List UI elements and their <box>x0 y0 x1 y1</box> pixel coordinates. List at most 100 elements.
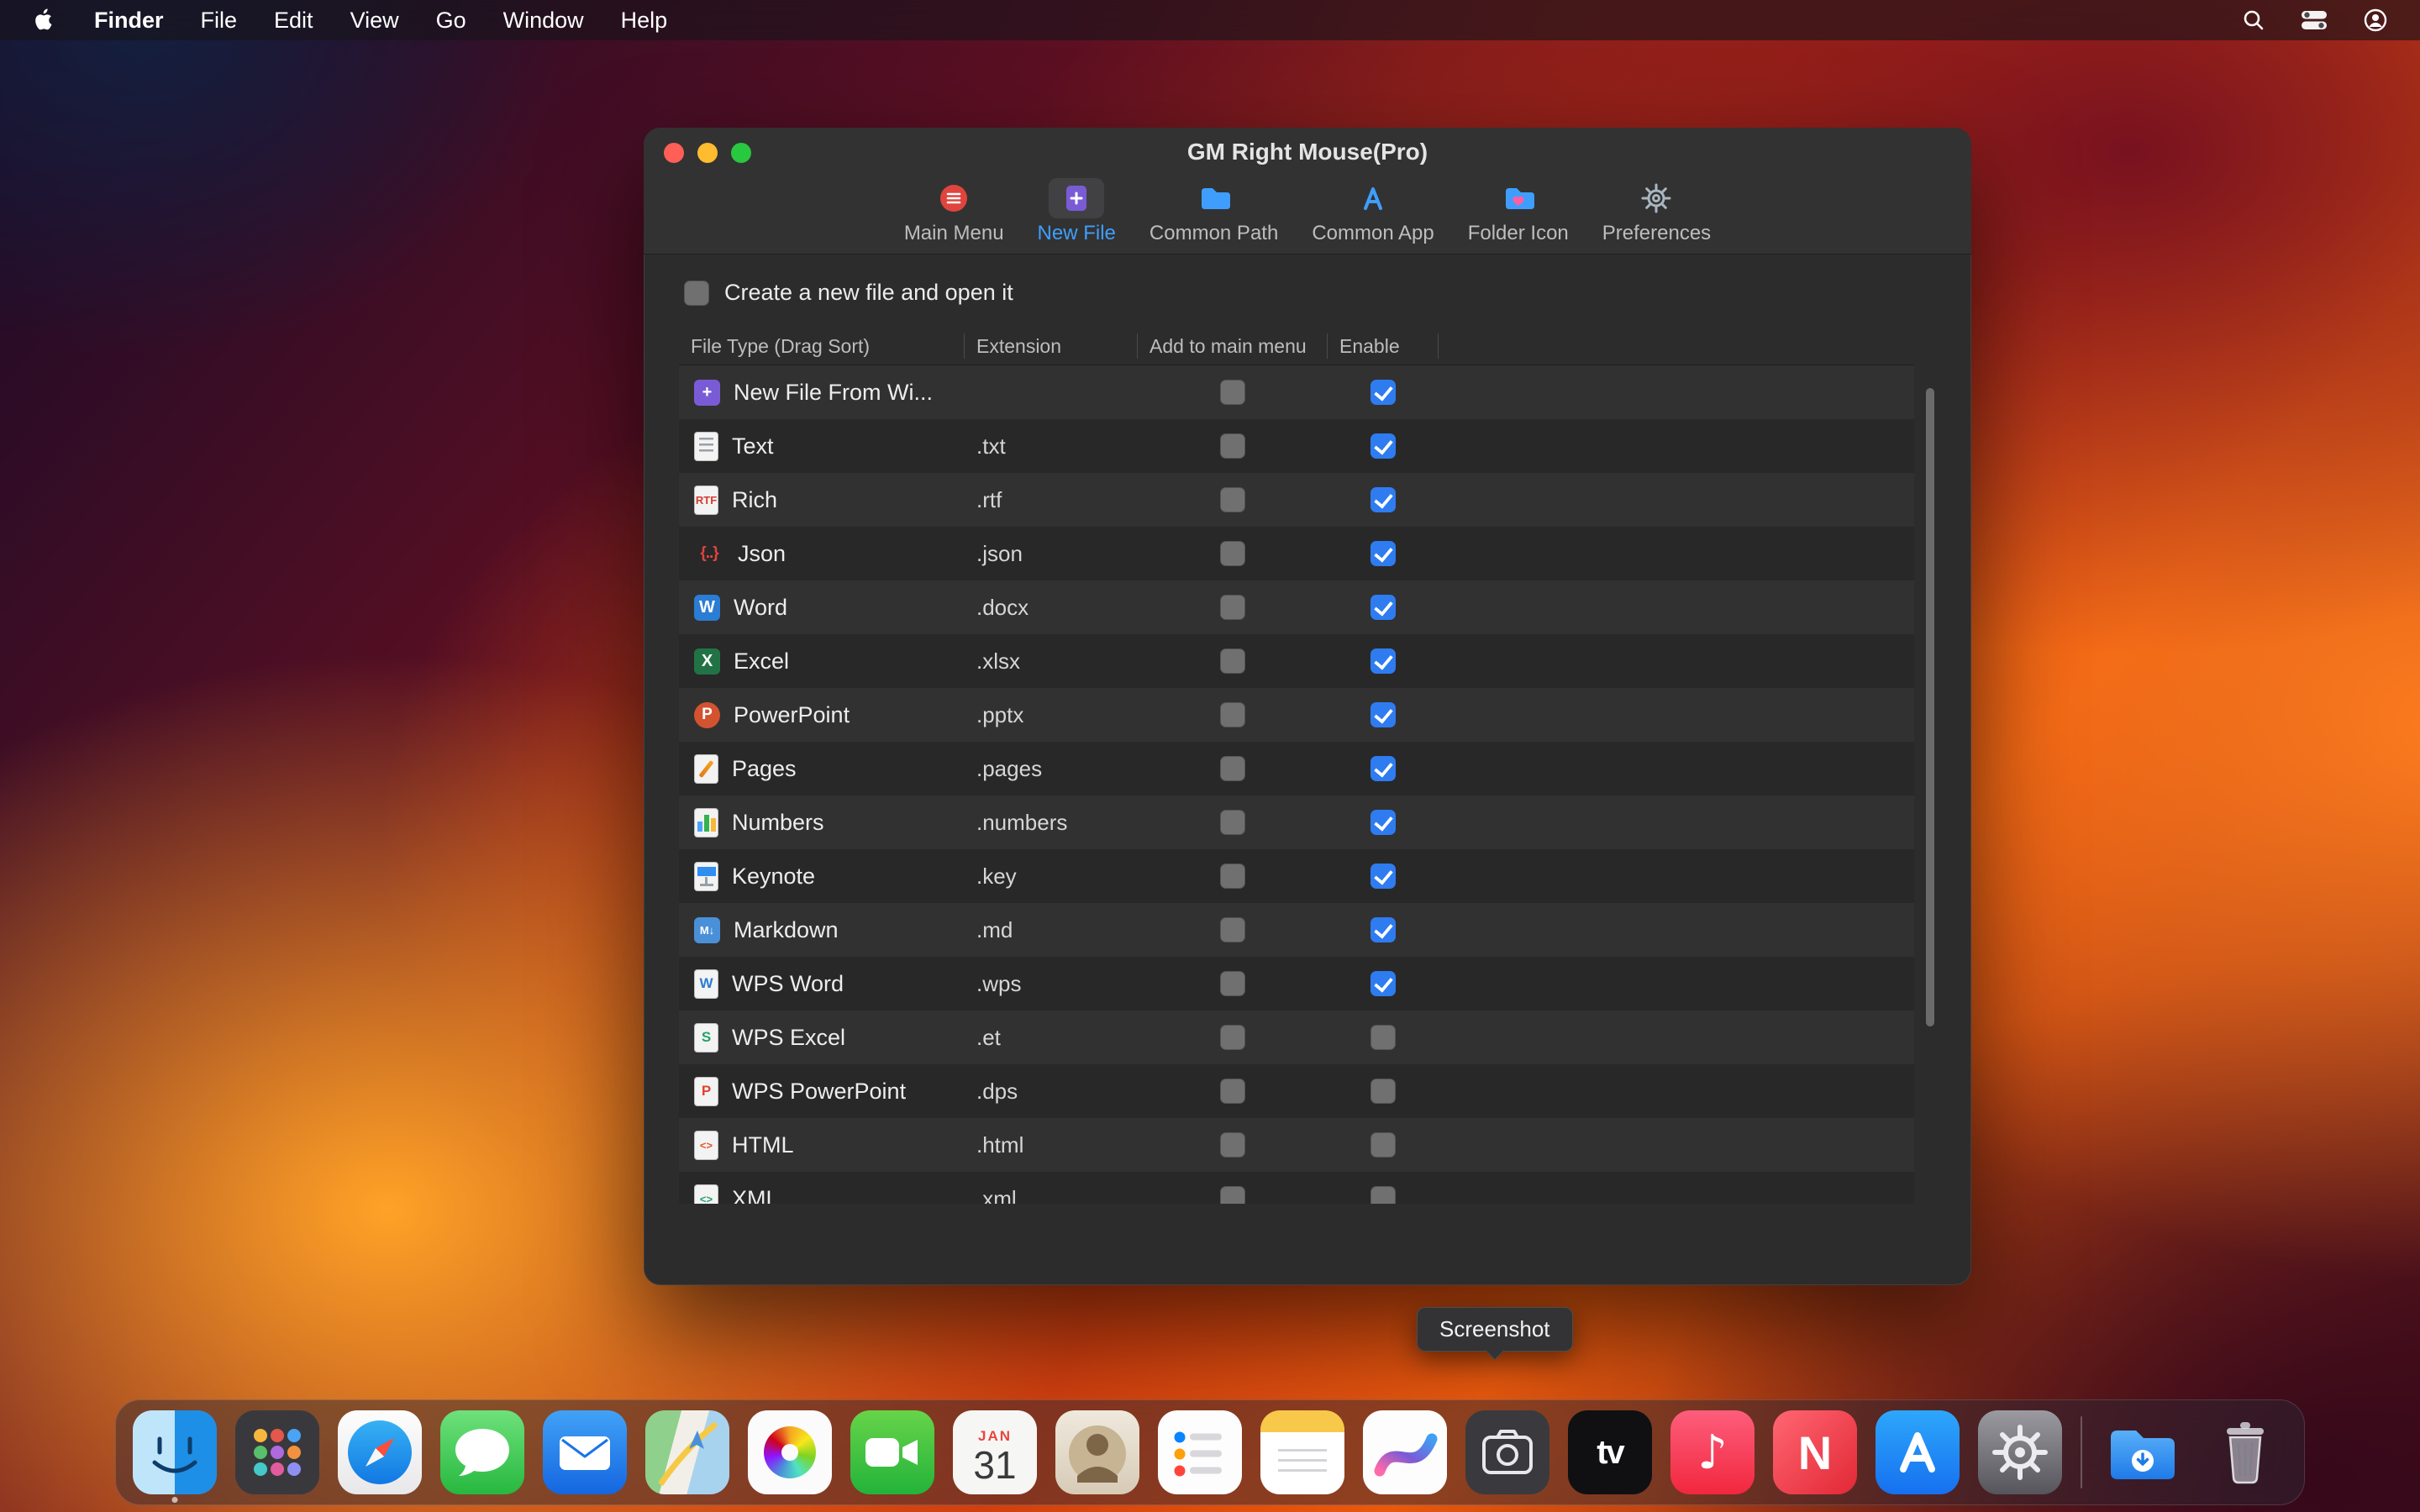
dock-appstore-icon[interactable] <box>1876 1410 1960 1494</box>
enable-checkbox[interactable] <box>1370 380 1396 405</box>
toolbar-common-app[interactable]: Common App <box>1312 178 1434 245</box>
toolbar-label: Common App <box>1312 222 1434 245</box>
table-row[interactable]: RTF Rich .rtf <box>679 473 1914 527</box>
add-to-menu-checkbox[interactable] <box>1220 487 1245 512</box>
file-type-name: WPS PowerPoint <box>732 1079 906 1105</box>
menu-file[interactable]: File <box>201 8 238 34</box>
enable-checkbox[interactable] <box>1370 1132 1396 1158</box>
menu-help[interactable]: Help <box>621 8 668 34</box>
toolbar-main-menu[interactable]: Main Menu <box>904 178 1004 245</box>
dock-maps-icon[interactable] <box>645 1410 729 1494</box>
enable-checkbox[interactable] <box>1370 864 1396 889</box>
menu-go[interactable]: Go <box>436 8 466 34</box>
enable-checkbox[interactable] <box>1370 1079 1396 1104</box>
enable-checkbox[interactable] <box>1370 1186 1396 1204</box>
table-row[interactable]: X Excel .xlsx <box>679 634 1914 688</box>
toolbar-new-file[interactable]: New File <box>1038 178 1116 245</box>
add-to-menu-checkbox[interactable] <box>1220 595 1245 620</box>
table-row[interactable]: W WPS Word .wps <box>679 957 1914 1011</box>
create-file-option[interactable]: Create a new file and open it <box>684 280 1971 306</box>
table-row[interactable]: S WPS Excel .et <box>679 1011 1914 1064</box>
dock-tv-icon[interactable]: tv <box>1568 1410 1652 1494</box>
enable-checkbox[interactable] <box>1370 756 1396 781</box>
enable-checkbox[interactable] <box>1370 917 1396 942</box>
dock-safari-icon[interactable] <box>338 1410 422 1494</box>
add-to-menu-checkbox[interactable] <box>1220 917 1245 942</box>
table-row[interactable]: + New File From Wi... <box>679 365 1914 419</box>
dock-freeform-icon[interactable] <box>1363 1410 1447 1494</box>
user-menu-icon[interactable] <box>2363 8 2388 33</box>
table-row[interactable]: {..} Json .json <box>679 527 1914 580</box>
table-row[interactable]: Text .txt <box>679 419 1914 473</box>
toolbar-folder-icon[interactable]: Folder Icon <box>1468 178 1569 245</box>
enable-checkbox[interactable] <box>1370 595 1396 620</box>
menu-app-name[interactable]: Finder <box>94 8 164 34</box>
add-to-menu-checkbox[interactable] <box>1220 1025 1245 1050</box>
table-row[interactable]: M↓ Markdown .md <box>679 903 1914 957</box>
new-file-icon <box>1049 178 1104 218</box>
add-to-menu-checkbox[interactable] <box>1220 971 1245 996</box>
dock-downloads-icon[interactable] <box>2101 1410 2185 1494</box>
file-type-name: HTML <box>732 1132 794 1158</box>
dock-trash-icon[interactable] <box>2203 1410 2287 1494</box>
dock-screenshot-icon[interactable] <box>1465 1410 1549 1494</box>
dock-facetime-icon[interactable] <box>850 1410 934 1494</box>
add-to-menu-checkbox[interactable] <box>1220 810 1245 835</box>
table-row[interactable]: Keynote .key <box>679 849 1914 903</box>
add-to-menu-checkbox[interactable] <box>1220 1186 1245 1204</box>
file-extension: .xlsx <box>976 648 1020 675</box>
table-row[interactable]: Numbers .numbers <box>679 795 1914 849</box>
toolbar-preferences[interactable]: Preferences <box>1602 178 1711 245</box>
table-row[interactable]: P PowerPoint .pptx <box>679 688 1914 742</box>
dock-photos-icon[interactable] <box>748 1410 832 1494</box>
enable-checkbox[interactable] <box>1370 810 1396 835</box>
enable-checkbox[interactable] <box>1370 971 1396 996</box>
dock-settings-icon[interactable] <box>1978 1410 2062 1494</box>
menu-edit[interactable]: Edit <box>274 8 313 34</box>
add-to-menu-checkbox[interactable] <box>1220 1132 1245 1158</box>
table-row[interactable]: P WPS PowerPoint .dps <box>679 1064 1914 1118</box>
enable-checkbox[interactable] <box>1370 541 1396 566</box>
file-extension: .xml <box>976 1186 1017 1205</box>
enable-checkbox[interactable] <box>1370 1025 1396 1050</box>
table-row[interactable]: <> XML .xml <box>679 1172 1914 1204</box>
file-extension: .json <box>976 541 1023 567</box>
control-center-icon[interactable] <box>2301 10 2328 30</box>
add-to-menu-checkbox[interactable] <box>1220 541 1245 566</box>
table-row[interactable]: Pages .pages <box>679 742 1914 795</box>
dock-music-icon[interactable]: ♪ <box>1670 1410 1754 1494</box>
add-to-menu-checkbox[interactable] <box>1220 648 1245 674</box>
table-row[interactable]: W Word .docx <box>679 580 1914 634</box>
create-file-checkbox[interactable] <box>684 281 709 306</box>
menu-window[interactable]: Window <box>503 8 584 34</box>
dock-calendar-icon[interactable]: JAN 31 <box>953 1410 1037 1494</box>
add-to-menu-checkbox[interactable] <box>1220 756 1245 781</box>
toolbar-common-path[interactable]: Common Path <box>1150 178 1278 245</box>
scrollbar-thumb[interactable] <box>1926 388 1934 1026</box>
common-app-icon <box>1345 178 1401 218</box>
dock-finder-icon[interactable] <box>133 1410 217 1494</box>
dock-launchpad-icon[interactable] <box>235 1410 319 1494</box>
dock-messages-icon[interactable] <box>440 1410 524 1494</box>
dock-notes-icon[interactable] <box>1260 1410 1344 1494</box>
add-to-menu-checkbox[interactable] <box>1220 380 1245 405</box>
enable-checkbox[interactable] <box>1370 702 1396 727</box>
search-icon[interactable] <box>2242 8 2265 32</box>
file-extension: .rtf <box>976 487 1002 513</box>
dock-news-icon[interactable]: N <box>1773 1410 1857 1494</box>
table-row[interactable]: <> HTML .html <box>679 1118 1914 1172</box>
apple-menu-icon[interactable] <box>30 8 57 33</box>
add-to-menu-checkbox[interactable] <box>1220 864 1245 889</box>
enable-checkbox[interactable] <box>1370 648 1396 674</box>
window-toolbar: Main Menu New File Common Path <box>644 178 1971 245</box>
add-to-menu-checkbox[interactable] <box>1220 1079 1245 1104</box>
menu-view[interactable]: View <box>350 8 399 34</box>
dock-reminders-icon[interactable] <box>1158 1410 1242 1494</box>
add-to-menu-checkbox[interactable] <box>1220 433 1245 459</box>
dock-contacts-icon[interactable] <box>1055 1410 1139 1494</box>
enable-checkbox[interactable] <box>1370 487 1396 512</box>
file-type-name: Pages <box>732 756 797 782</box>
dock-mail-icon[interactable] <box>543 1410 627 1494</box>
add-to-menu-checkbox[interactable] <box>1220 702 1245 727</box>
enable-checkbox[interactable] <box>1370 433 1396 459</box>
